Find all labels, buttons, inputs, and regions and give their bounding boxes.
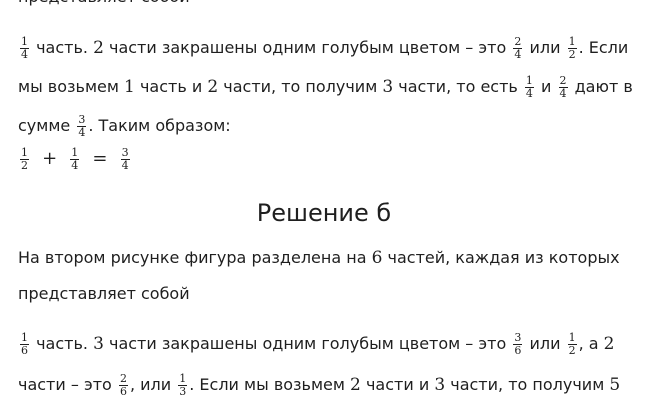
section-heading: Решение б <box>256 199 392 227</box>
text: части и <box>365 375 430 394</box>
text: часть и <box>139 77 203 96</box>
text: части закрашены одним голубым цветом – э… <box>109 334 507 353</box>
number: 2 <box>93 38 104 58</box>
text: . Таким образом: <box>88 116 231 135</box>
fraction: 12 <box>567 331 577 357</box>
text: мы возьмем <box>18 77 119 96</box>
fraction: 14 <box>70 146 80 172</box>
number: 2 <box>207 77 219 97</box>
text: представляет собой <box>18 284 190 303</box>
text: дают в <box>574 77 633 96</box>
top-partial-line: представляет собой <box>18 0 190 10</box>
paragraph-b-line-4: части – это 26, или 13. Если мы возьмем … <box>18 372 634 398</box>
fraction: 34 <box>120 146 130 172</box>
plus-operator: + <box>42 148 58 169</box>
equals-operator: = <box>92 148 108 169</box>
number: 3 <box>434 375 446 395</box>
fraction: 26 <box>118 372 128 398</box>
fraction: 34 <box>77 113 87 139</box>
number: 1 <box>124 77 135 97</box>
paragraph-a-line-3: сумме 34. Таким образом: <box>18 113 634 139</box>
text: части, то есть <box>398 77 518 96</box>
text: . Если <box>578 38 629 57</box>
text: , а <box>578 334 599 353</box>
number: 2 <box>350 375 361 395</box>
number: 6 <box>371 248 383 268</box>
paragraph-b-line-3: 16 часть. 3 части закрашены одним голубы… <box>18 331 634 357</box>
fraction: 24 <box>558 74 568 100</box>
number: 2 <box>603 334 615 354</box>
paragraph-a-line-1: 14 часть. 2 части закрашены одним голубы… <box>18 35 634 61</box>
fraction: 14 <box>20 35 29 61</box>
text: . Если мы возьмем <box>189 375 345 394</box>
fraction: 16 <box>20 331 29 357</box>
paragraph-b-line-2: представляет собой <box>18 281 634 307</box>
text: или <box>529 38 561 57</box>
fraction: 13 <box>178 372 188 398</box>
number: 5 <box>609 375 621 395</box>
paragraph-b-line-1: На втором рисунке фигура разделена на 6 … <box>18 245 634 271</box>
number: 3 <box>382 77 394 97</box>
text: часть. <box>36 38 88 57</box>
text: части, то получим <box>450 375 605 394</box>
text: части закрашены одним голубым цветом – э… <box>109 38 507 57</box>
fraction: 36 <box>513 331 523 357</box>
fraction: 12 <box>567 35 577 61</box>
text: , или <box>129 375 172 394</box>
fraction: 24 <box>513 35 523 61</box>
equation: 12 + 14 = 34 <box>18 146 634 172</box>
paragraph-a-line-2: мы возьмем 1 часть и 2 части, то получим… <box>18 74 634 100</box>
fraction: 12 <box>20 146 29 172</box>
text: части, то получим <box>223 77 378 96</box>
text: часть. <box>36 334 88 353</box>
text: На втором рисунке фигура разделена на <box>18 248 367 267</box>
text: или <box>529 334 561 353</box>
text: частей, каждая из которых <box>387 248 620 267</box>
fraction: 14 <box>524 74 534 100</box>
number: 3 <box>93 334 104 354</box>
text: сумме <box>18 116 71 135</box>
text: части – это <box>18 375 112 394</box>
text: и <box>541 77 552 96</box>
